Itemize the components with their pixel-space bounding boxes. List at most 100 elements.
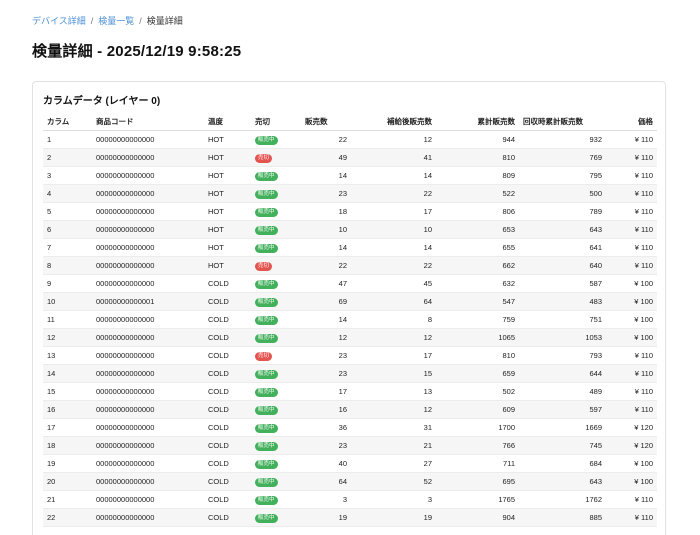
cell-sales-after-refill: 52 [351, 472, 436, 491]
cell-cumulative-at-collection: 640 [519, 256, 606, 275]
cell-cumulative-sales: 609 [436, 400, 519, 419]
cell-sales: 17 [301, 382, 351, 401]
cell-sold-out: 売切 [251, 148, 301, 167]
cell-temperature: HOT [204, 130, 251, 149]
status-badge: 販売中 [255, 369, 278, 379]
cell-price: ¥ 110 [606, 346, 657, 365]
cell-cumulative-at-collection: 793 [519, 346, 606, 365]
status-badge: 売切 [255, 153, 273, 163]
cell-temperature: COLD [204, 382, 251, 401]
table-body: 1 00000000000000 HOT 販売中 22 12 944 932 ¥ 110 2 000… [43, 130, 657, 527]
header-cumulative-sales: 累計販売数 [436, 113, 519, 131]
cell-temperature: COLD [204, 418, 251, 437]
cell-price: ¥ 110 [606, 490, 657, 509]
cell-sold-out: 販売中 [251, 130, 301, 149]
cell-product-code: 00000000000001 [92, 292, 204, 311]
cell-price: ¥ 110 [606, 256, 657, 275]
cell-price: ¥ 110 [606, 202, 657, 221]
cell-cumulative-at-collection: 1053 [519, 328, 606, 347]
cell-column: 4 [43, 184, 92, 203]
cell-temperature: HOT [204, 184, 251, 203]
table-row: 6 00000000000000 HOT 販売中 10 10 653 643 ¥ 110 [43, 220, 657, 239]
cell-column: 11 [43, 310, 92, 329]
status-badge: 販売中 [255, 405, 278, 415]
column-data-table: カラム 商品コード 温度 売切 販売数 補給後販売数 累計販売数 回収時累計販売… [43, 113, 657, 527]
cell-product-code: 00000000000000 [92, 436, 204, 455]
cell-temperature: COLD [204, 472, 251, 491]
cell-sales-after-refill: 45 [351, 274, 436, 293]
cell-temperature: COLD [204, 274, 251, 293]
table-row: 15 00000000000000 COLD 販売中 17 13 502 489 ¥ 110 [43, 382, 657, 401]
breadcrumb-separator: / [139, 15, 142, 26]
cell-sales-after-refill: 12 [351, 130, 436, 149]
table-row: 2 00000000000000 HOT 売切 49 41 810 769 ¥ 110 [43, 148, 657, 167]
cell-sales: 23 [301, 364, 351, 383]
cell-product-code: 00000000000000 [92, 364, 204, 383]
cell-sales: 23 [301, 184, 351, 203]
cell-sold-out: 販売中 [251, 274, 301, 293]
cell-sales-after-refill: 17 [351, 346, 436, 365]
cell-cumulative-sales: 1065 [436, 328, 519, 347]
cell-cumulative-at-collection: 597 [519, 400, 606, 419]
cell-cumulative-at-collection: 751 [519, 310, 606, 329]
cell-column: 9 [43, 274, 92, 293]
cell-cumulative-sales: 904 [436, 508, 519, 527]
cell-column: 3 [43, 166, 92, 185]
breadcrumb-device-detail-link[interactable]: デバイス詳細 [32, 14, 86, 27]
cell-cumulative-at-collection: 643 [519, 220, 606, 239]
cell-sales-after-refill: 21 [351, 436, 436, 455]
cell-column: 21 [43, 490, 92, 509]
status-badge: 販売中 [255, 333, 278, 343]
table-header-row: カラム 商品コード 温度 売切 販売数 補給後販売数 累計販売数 回収時累計販売… [43, 113, 657, 131]
table-row: 7 00000000000000 HOT 販売中 14 14 655 641 ¥ 110 [43, 238, 657, 257]
table-row: 8 00000000000000 HOT 売切 22 22 662 640 ¥ 110 [43, 256, 657, 275]
cell-sales-after-refill: 41 [351, 148, 436, 167]
cell-column: 13 [43, 346, 92, 365]
status-badge: 販売中 [255, 513, 278, 523]
table-row: 3 00000000000000 HOT 販売中 14 14 809 795 ¥ 110 [43, 166, 657, 185]
breadcrumb-calibration-list-link[interactable]: 検量一覧 [98, 14, 134, 27]
cell-cumulative-sales: 810 [436, 346, 519, 365]
cell-product-code: 00000000000000 [92, 220, 204, 239]
cell-sold-out: 販売中 [251, 292, 301, 311]
cell-sold-out: 販売中 [251, 418, 301, 437]
cell-temperature: HOT [204, 148, 251, 167]
cell-product-code: 00000000000000 [92, 202, 204, 221]
cell-sold-out: 販売中 [251, 202, 301, 221]
header-cumulative-at-collection: 回収時累計販売数 [519, 113, 606, 131]
cell-cumulative-sales: 1765 [436, 490, 519, 509]
cell-column: 14 [43, 364, 92, 383]
status-badge: 販売中 [255, 225, 278, 235]
cell-product-code: 00000000000000 [92, 382, 204, 401]
cell-sales-after-refill: 10 [351, 220, 436, 239]
header-sold-out: 売切 [251, 113, 301, 131]
cell-product-code: 00000000000000 [92, 130, 204, 149]
cell-cumulative-sales: 806 [436, 202, 519, 221]
cell-price: ¥ 100 [606, 292, 657, 311]
cell-cumulative-at-collection: 641 [519, 238, 606, 257]
cell-price: ¥ 110 [606, 364, 657, 383]
cell-sold-out: 販売中 [251, 472, 301, 491]
header-sales: 販売数 [301, 113, 351, 131]
cell-cumulative-at-collection: 483 [519, 292, 606, 311]
cell-product-code: 00000000000000 [92, 400, 204, 419]
cell-cumulative-at-collection: 489 [519, 382, 606, 401]
cell-sales-after-refill: 19 [351, 508, 436, 527]
cell-temperature: COLD [204, 364, 251, 383]
cell-cumulative-at-collection: 500 [519, 184, 606, 203]
status-badge: 売切 [255, 261, 273, 271]
cell-sales: 47 [301, 274, 351, 293]
cell-temperature: COLD [204, 292, 251, 311]
cell-sales-after-refill: 12 [351, 328, 436, 347]
status-badge: 販売中 [255, 387, 278, 397]
cell-column: 6 [43, 220, 92, 239]
table-row: 11 00000000000000 COLD 販売中 14 8 759 751 ¥ 100 [43, 310, 657, 329]
cell-column: 5 [43, 202, 92, 221]
cell-product-code: 00000000000000 [92, 328, 204, 347]
status-badge: 販売中 [255, 315, 278, 325]
cell-price: ¥ 100 [606, 274, 657, 293]
cell-sold-out: 販売中 [251, 184, 301, 203]
header-column: カラム [43, 113, 92, 131]
cell-column: 19 [43, 454, 92, 473]
cell-sold-out: 販売中 [251, 166, 301, 185]
